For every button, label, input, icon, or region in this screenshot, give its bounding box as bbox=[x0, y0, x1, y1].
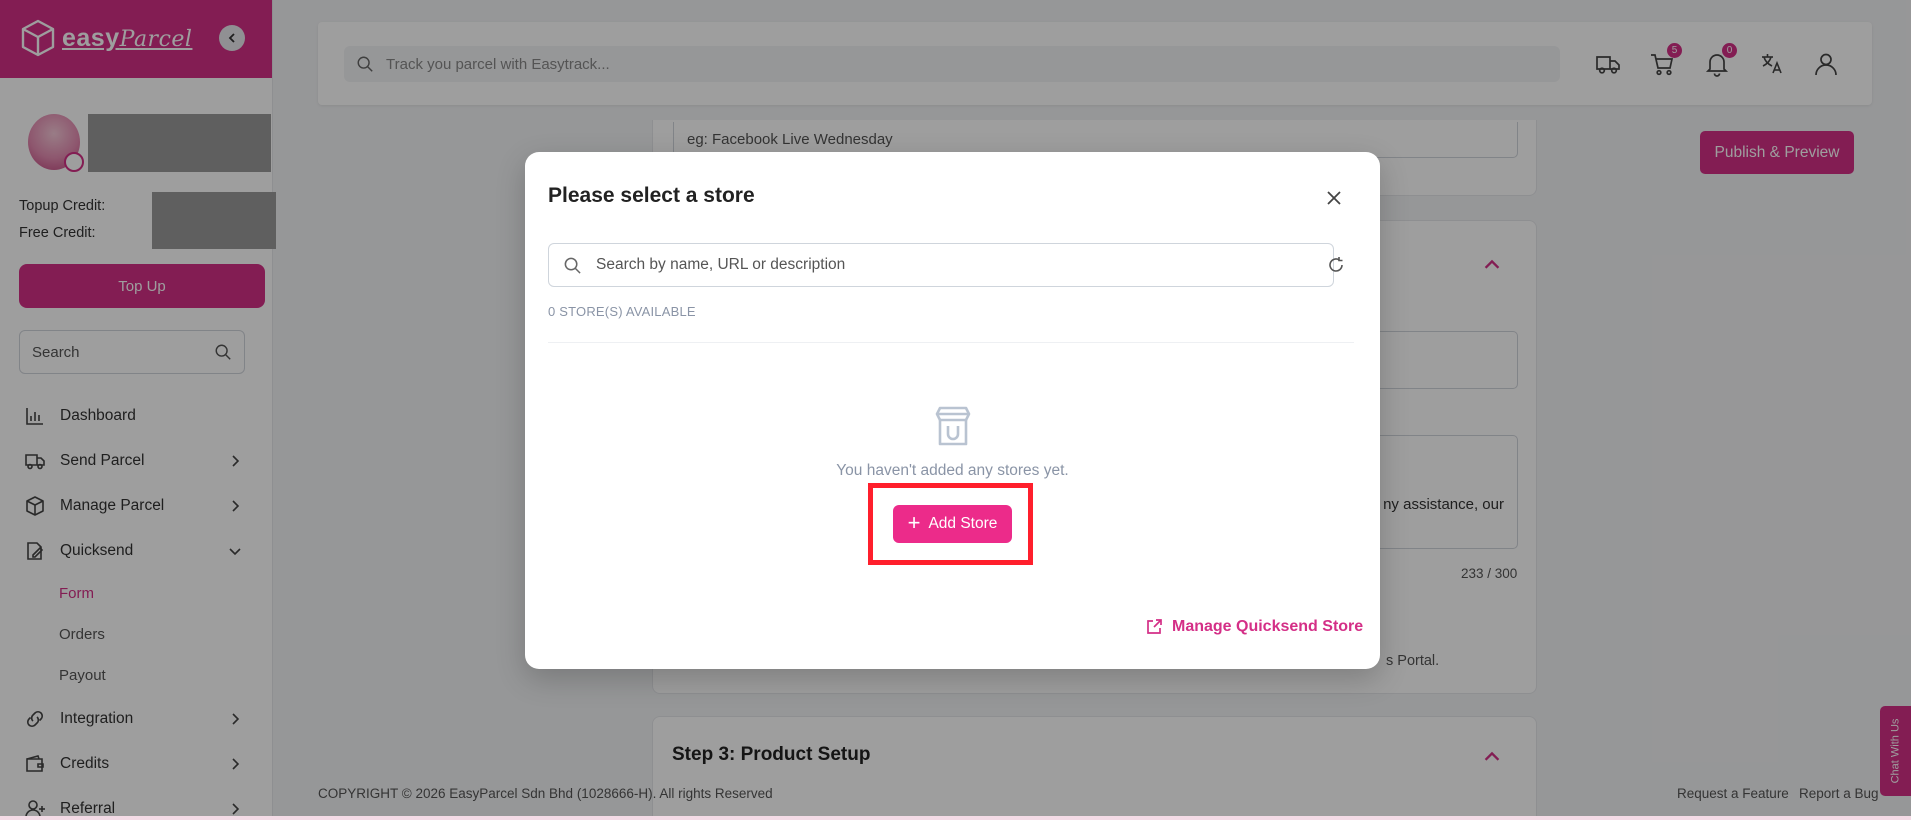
store-search-input[interactable]: Search by name, URL or description bbox=[548, 243, 1334, 287]
empty-stores-message: You haven't added any stores yet. bbox=[836, 462, 1069, 479]
refresh-stores-button[interactable] bbox=[1325, 254, 1347, 276]
add-store-label: Add Store bbox=[928, 515, 998, 532]
store-count: 0 STORE(S) AVAILABLE bbox=[548, 304, 696, 319]
bottom-strip bbox=[0, 816, 1911, 820]
modal-title: Please select a store bbox=[548, 184, 755, 207]
store-empty-icon bbox=[931, 404, 975, 448]
plus-icon: + bbox=[907, 510, 921, 535]
refresh-icon bbox=[1329, 257, 1343, 272]
manage-link-label: Manage Quicksend Store bbox=[1172, 618, 1364, 635]
close-modal-button[interactable] bbox=[1322, 186, 1346, 210]
manage-quicksend-store-link[interactable]: Manage Quicksend Store bbox=[1145, 618, 1363, 636]
search-icon bbox=[564, 257, 581, 274]
store-search-placeholder: Search by name, URL or description bbox=[596, 256, 846, 273]
close-icon bbox=[1327, 191, 1341, 205]
external-link-icon bbox=[1147, 619, 1162, 634]
select-store-modal: Please select a store Search by name, UR… bbox=[525, 152, 1380, 669]
divider bbox=[548, 342, 1354, 343]
add-store-button[interactable]: + Add Store bbox=[893, 505, 1012, 543]
